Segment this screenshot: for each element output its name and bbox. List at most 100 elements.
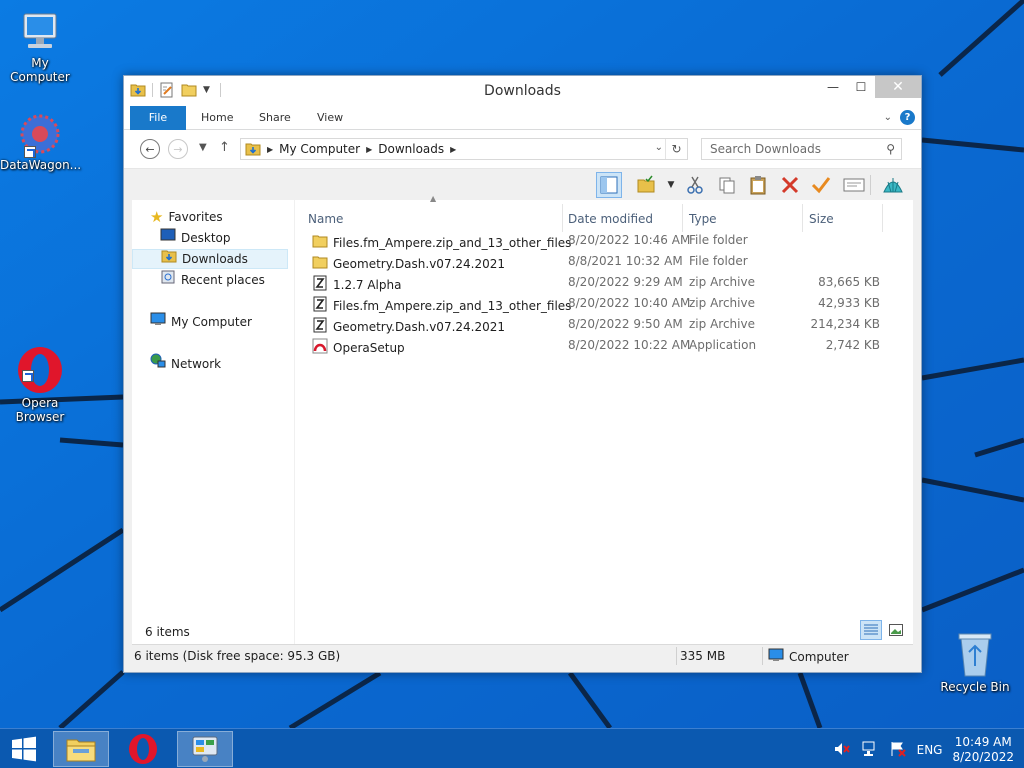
- nav-recent-places[interactable]: Recent places: [160, 270, 265, 290]
- recent-locations-icon[interactable]: ▼: [199, 142, 207, 153]
- nav-recent-label: Recent places: [181, 273, 265, 287]
- column-separator[interactable]: [682, 204, 683, 232]
- recycle-bin-icon: [955, 630, 995, 678]
- file-row[interactable]: OperaSetup 8/20/2022 10:22 AM Applicatio…: [308, 335, 907, 356]
- taskbar-opera[interactable]: [115, 731, 171, 767]
- details-view-button[interactable]: [860, 620, 882, 640]
- file-row[interactable]: Files.fm_Ampere.zip_and_13_other_files 8…: [308, 230, 907, 251]
- help-icon[interactable]: ?: [900, 110, 915, 125]
- breadcrumb-separator[interactable]: ▶: [267, 145, 273, 154]
- clock-time: 10:49 AM: [954, 735, 1012, 749]
- copy-button[interactable]: [714, 172, 740, 198]
- clock[interactable]: 10:49 AM 8/20/2022: [952, 735, 1014, 765]
- column-header-type[interactable]: Type: [689, 212, 717, 226]
- expand-ribbon-icon[interactable]: ⌄: [884, 112, 892, 123]
- breadcrumb-downloads[interactable]: Downloads: [378, 142, 444, 156]
- action-center-flag-icon[interactable]: [889, 741, 907, 760]
- title-bar[interactable]: ▼ Downloads — ☐ ✕: [124, 76, 921, 106]
- downloads-folder-icon: [245, 141, 261, 157]
- windows-logo-icon: [12, 736, 36, 762]
- back-button[interactable]: ←: [140, 139, 160, 159]
- select-dropdown-icon[interactable]: ▼: [658, 172, 684, 198]
- delete-x-icon: [781, 176, 799, 194]
- status-location-label: Computer: [789, 649, 849, 664]
- breadcrumb-my-computer[interactable]: My Computer: [279, 142, 360, 156]
- nav-my-computer[interactable]: My Computer: [150, 312, 252, 332]
- breadcrumb-separator[interactable]: ▶: [366, 145, 372, 154]
- delete-button[interactable]: [777, 172, 803, 198]
- language-indicator[interactable]: ENG: [917, 743, 943, 757]
- minimize-button[interactable]: —: [819, 76, 847, 98]
- up-button[interactable]: ↑: [219, 140, 230, 155]
- nav-network[interactable]: Network: [150, 353, 221, 374]
- close-button[interactable]: ✕: [875, 76, 921, 98]
- start-button[interactable]: [0, 731, 48, 767]
- control-panel-icon: [192, 736, 218, 762]
- file-name-cell: 1.2.7 Alpha: [312, 275, 401, 294]
- breadcrumb-separator[interactable]: ▶: [450, 145, 456, 154]
- nav-favorites[interactable]: ★ Favorites: [150, 207, 223, 227]
- forward-button[interactable]: →: [168, 139, 188, 159]
- volume-muted-icon[interactable]: [833, 741, 851, 760]
- column-header-size[interactable]: Size: [809, 212, 834, 226]
- file-row[interactable]: Geometry.Dash.v07.24.2021 8/8/2021 10:32…: [308, 251, 907, 272]
- large-icons-view-button[interactable]: [885, 620, 907, 640]
- window-controls: — ☐ ✕: [819, 76, 921, 98]
- recent-places-icon: [160, 269, 176, 291]
- file-size: 83,665 KB: [818, 275, 880, 289]
- column-separator[interactable]: [882, 204, 883, 232]
- status-bar: 6 items (Disk free space: 95.3 GB) 335 M…: [132, 644, 913, 666]
- taskbar-control-panel[interactable]: [177, 731, 233, 767]
- nav-desktop[interactable]: Desktop: [160, 228, 231, 248]
- preview-pane-button[interactable]: [596, 172, 622, 198]
- address-dropdown-icon[interactable]: ⌄: [655, 142, 663, 153]
- tab-view[interactable]: View: [317, 106, 343, 130]
- maximize-button[interactable]: ☐: [847, 76, 875, 98]
- shortcut-arrow-icon: [24, 146, 36, 158]
- tab-share[interactable]: Share: [259, 106, 291, 130]
- search-input[interactable]: Search Downloads ⚲: [701, 138, 902, 160]
- tab-home[interactable]: Home: [201, 106, 233, 130]
- item-count: 6 items: [145, 625, 190, 639]
- desktop-icon-my-computer[interactable]: My Computer: [0, 10, 80, 84]
- file-row[interactable]: 1.2.7 Alpha 8/20/2022 9:29 AM zip Archiv…: [308, 272, 907, 293]
- rename-button[interactable]: [808, 172, 834, 198]
- clock-date: 8/20/2022: [952, 750, 1014, 764]
- tab-file[interactable]: File: [130, 106, 186, 130]
- address-bar[interactable]: ▶ My Computer ▶ Downloads ▶ ⌄ ↻: [240, 138, 688, 160]
- column-header-name[interactable]: Name: [308, 212, 343, 226]
- cut-button[interactable]: [682, 172, 708, 198]
- nav-downloads[interactable]: Downloads: [132, 249, 288, 269]
- computer-icon: [768, 647, 784, 666]
- file-name-cell: OperaSetup: [312, 338, 405, 357]
- sort-arrow-icon: ▲: [430, 194, 437, 203]
- refresh-button[interactable]: ↻: [665, 139, 687, 159]
- desktop-icon-recycle-bin[interactable]: Recycle Bin: [935, 630, 1015, 694]
- column-separator[interactable]: [802, 204, 803, 232]
- computer-icon: [150, 311, 166, 333]
- column-separator[interactable]: [562, 204, 563, 232]
- file-row[interactable]: Files.fm_Ampere.zip_and_13_other_files 8…: [308, 293, 907, 314]
- navigation-pane: ★ Favorites Desktop Downloads Recent pla…: [132, 200, 295, 644]
- network-status-icon[interactable]: [861, 741, 879, 760]
- desktop-icon-datawagon[interactable]: DataWagon...: [0, 112, 81, 172]
- datawagon-icon: [18, 112, 62, 158]
- status-divider: [676, 647, 677, 665]
- select-folder-button[interactable]: [633, 172, 659, 198]
- column-header-date[interactable]: Date modified: [568, 212, 653, 226]
- properties-card-icon: [843, 178, 865, 192]
- navigation-bar: ← → ▼ ↑ ▶ My Computer ▶ Downloads ▶ ⌄ ↻ …: [124, 130, 921, 168]
- zip-icon: [312, 275, 328, 294]
- file-row[interactable]: Geometry.Dash.v07.24.2021 8/20/2022 9:50…: [308, 314, 907, 335]
- opera-icon: [129, 734, 157, 764]
- file-type: zip Archive: [689, 275, 755, 289]
- status-divider: [762, 647, 763, 665]
- taskbar-file-explorer[interactable]: [53, 731, 109, 767]
- taskbar: ENG 10:49 AM 8/20/2022: [0, 728, 1024, 768]
- properties-button[interactable]: [841, 172, 867, 198]
- paste-button[interactable]: [745, 172, 771, 198]
- shell-button[interactable]: [880, 172, 906, 198]
- nav-computer-label: My Computer: [171, 315, 252, 329]
- desktop-icon-opera[interactable]: Opera Browser: [0, 318, 80, 438]
- file-name: Files.fm_Ampere.zip_and_13_other_files: [333, 235, 572, 250]
